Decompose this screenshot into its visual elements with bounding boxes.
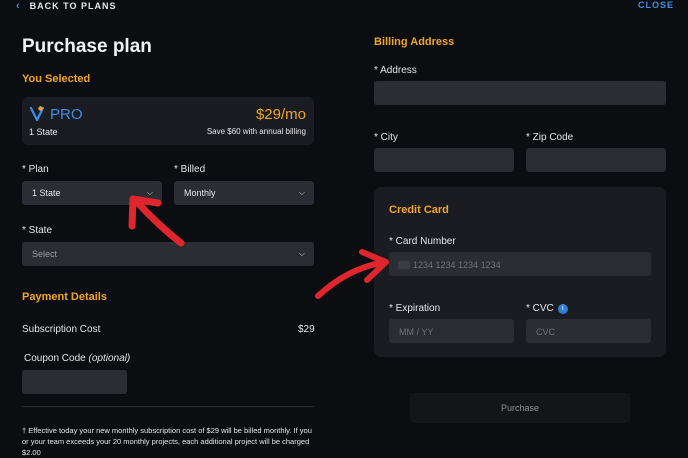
red-arrow-annotation bbox=[128, 195, 185, 247]
red-arrow-annotation bbox=[315, 249, 389, 299]
annotation-overlay bbox=[128, 195, 389, 299]
